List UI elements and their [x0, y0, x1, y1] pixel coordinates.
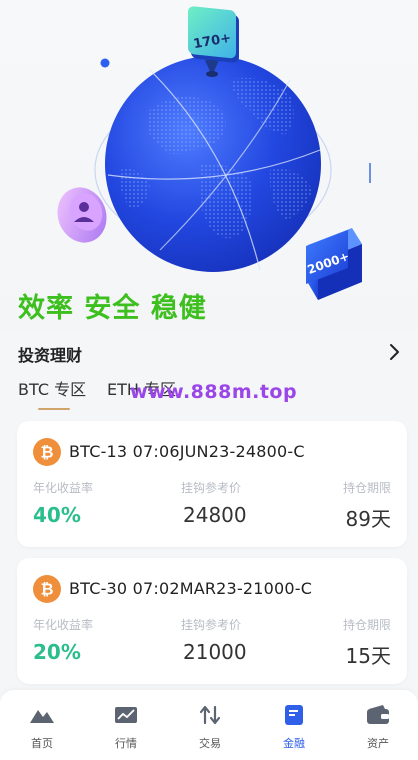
finance-doc-icon	[285, 705, 303, 725]
nav-item-market[interactable]: 行情	[84, 690, 168, 760]
hero-banner: 170+ 2000+ 效率 安全 稳健	[0, 0, 418, 330]
nav-label: 首页	[31, 737, 53, 750]
nav-label: 交易	[199, 737, 221, 750]
slogan-text: 效率 安全 稳健	[18, 293, 207, 324]
yield-value: 20%	[33, 640, 81, 664]
bottom-nav: 首页 行情 交易 金融 资产	[0, 690, 418, 760]
yield-label: 年化收益率	[33, 618, 94, 632]
bitcoin-icon: ₿	[33, 575, 61, 603]
nav-label: 行情	[115, 737, 137, 750]
bitcoin-icon: ₿	[33, 438, 61, 466]
product-title: BTC-30 07:02MAR23-21000-C	[69, 579, 313, 598]
market-chart-icon	[115, 707, 137, 723]
price-value: 24800	[183, 503, 247, 527]
section-title: 投资理财	[18, 346, 83, 365]
period-value: 89天	[345, 507, 391, 531]
price-label: 挂钩参考价	[181, 618, 242, 632]
period-label: 持仓期限	[342, 481, 391, 495]
badge-2000-icon: 2000+	[306, 228, 362, 300]
home-mountain-icon	[30, 710, 54, 723]
product-card[interactable]: ₿ BTC-13 07:06JUN23-24800-C 年化收益率 挂钩参考价 …	[17, 421, 407, 547]
price-label: 挂钩参考价	[181, 481, 242, 495]
product-title: BTC-13 07:06JUN23-24800-C	[69, 442, 305, 461]
globe-illustration: 170+ 2000+	[57, 6, 371, 300]
period-value: 15天	[345, 644, 391, 668]
nav-label: 资产	[367, 737, 389, 750]
svg-text:₿: ₿	[40, 443, 53, 462]
yield-value: 40%	[33, 503, 81, 527]
product-card[interactable]: ₿ BTC-30 07:02MAR23-21000-C 年化收益率 挂钩参考价 …	[17, 558, 407, 684]
yield-label: 年化收益率	[33, 481, 94, 495]
user-badge-icon	[57, 187, 107, 243]
trade-arrows-icon	[199, 705, 221, 725]
nav-item-assets[interactable]: 资产	[336, 690, 418, 760]
nav-item-home[interactable]: 首页	[0, 690, 84, 760]
chevron-right-icon[interactable]	[388, 342, 402, 362]
svg-text:₿: ₿	[40, 580, 53, 599]
nav-label: 金融	[283, 737, 305, 750]
price-value: 21000	[183, 640, 247, 664]
wallet-icon	[367, 705, 389, 724]
section-header[interactable]: 投资理财	[18, 342, 402, 366]
nav-item-trade[interactable]: 交易	[168, 690, 252, 760]
period-label: 持仓期限	[342, 618, 391, 632]
nav-item-finance[interactable]: 金融	[252, 690, 336, 760]
watermark-text: www.888m.top	[130, 381, 298, 403]
tab-btc[interactable]: BTC 专区	[18, 376, 86, 410]
